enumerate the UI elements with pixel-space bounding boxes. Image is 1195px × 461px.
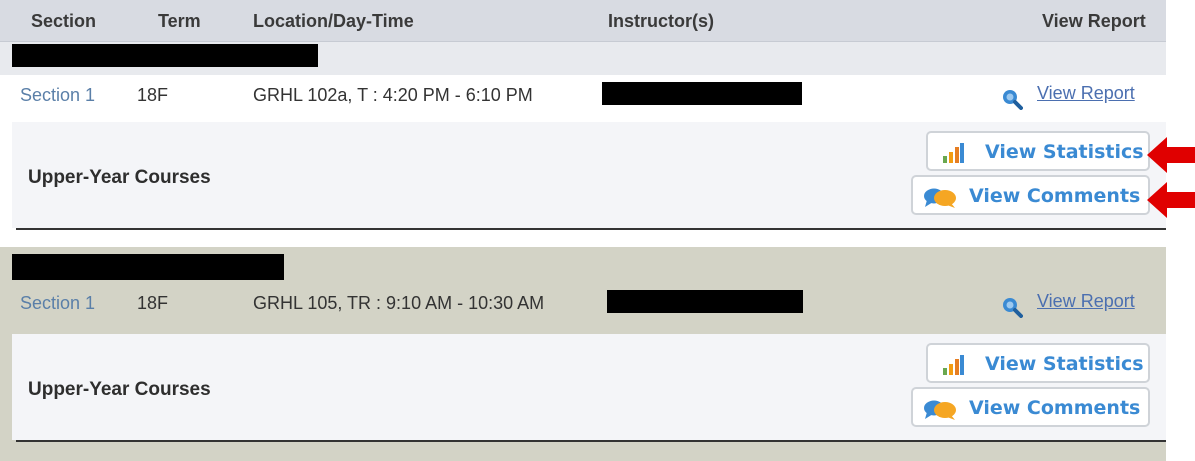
panel-divider — [16, 440, 1166, 442]
header-view-report: View Report — [1042, 11, 1146, 31]
table-header: Section Term Location/Day-Time Instructo… — [0, 0, 1166, 42]
panel-divider — [16, 228, 1166, 230]
course-group-highlighted: Section 1 18F GRHL 105, TR : 9:10 AM - 1… — [0, 247, 1166, 461]
section-row: Section 1 18F GRHL 105, TR : 9:10 AM - 1… — [0, 283, 1166, 327]
bar-chart-icon — [943, 143, 964, 163]
view-comments-label: View Comments — [969, 185, 1141, 207]
location-time: GRHL 102a, T : 4:20 PM - 6:10 PM — [253, 85, 533, 105]
red-arrow-icon — [1147, 137, 1195, 173]
term: 18F — [137, 293, 169, 313]
location-time: GRHL 105, TR : 9:10 AM - 10:30 AM — [253, 293, 545, 313]
view-comments-button[interactable]: View Comments — [911, 175, 1150, 215]
search-icon[interactable] — [1001, 88, 1023, 110]
bar-chart-icon — [943, 355, 964, 375]
course-details-panel: Upper-Year Courses View Statistics View … — [12, 122, 1166, 230]
header-instructors: Instructor(s) — [608, 11, 715, 31]
header-location: Location/Day-Time — [253, 11, 414, 31]
header-term: Term — [158, 11, 201, 31]
view-statistics-button[interactable]: View Statistics — [926, 131, 1150, 171]
section-link[interactable]: Section 1 — [20, 293, 95, 314]
view-statistics-label: View Statistics — [985, 141, 1144, 163]
view-comments-label: View Comments — [969, 397, 1141, 419]
speech-bubbles-icon — [924, 400, 956, 420]
course-category: Upper-Year Courses — [28, 379, 211, 400]
redacted-instructor — [602, 82, 802, 105]
header-section: Section — [31, 11, 97, 31]
redacted-instructor — [607, 290, 803, 313]
redacted-course-name — [12, 44, 318, 67]
section-row: Section 1 18F GRHL 102a, T : 4:20 PM - 6… — [0, 75, 1166, 119]
view-report-link[interactable]: View Report — [1037, 291, 1135, 312]
course-category: Upper-Year Courses — [28, 167, 211, 188]
view-statistics-button[interactable]: View Statistics — [926, 343, 1150, 383]
red-arrow-icon — [1147, 182, 1195, 218]
redacted-course-name — [12, 254, 284, 280]
speech-bubbles-icon — [924, 188, 956, 208]
search-icon[interactable] — [1001, 296, 1023, 318]
section-link[interactable]: Section 1 — [20, 85, 95, 106]
course-details-panel: Upper-Year Courses View Statistics View … — [12, 334, 1166, 442]
view-comments-button[interactable]: View Comments — [911, 387, 1150, 427]
term: 18F — [137, 85, 169, 105]
view-statistics-label: View Statistics — [985, 353, 1144, 375]
course-title-row — [0, 42, 1166, 75]
view-report-link[interactable]: View Report — [1037, 83, 1135, 104]
